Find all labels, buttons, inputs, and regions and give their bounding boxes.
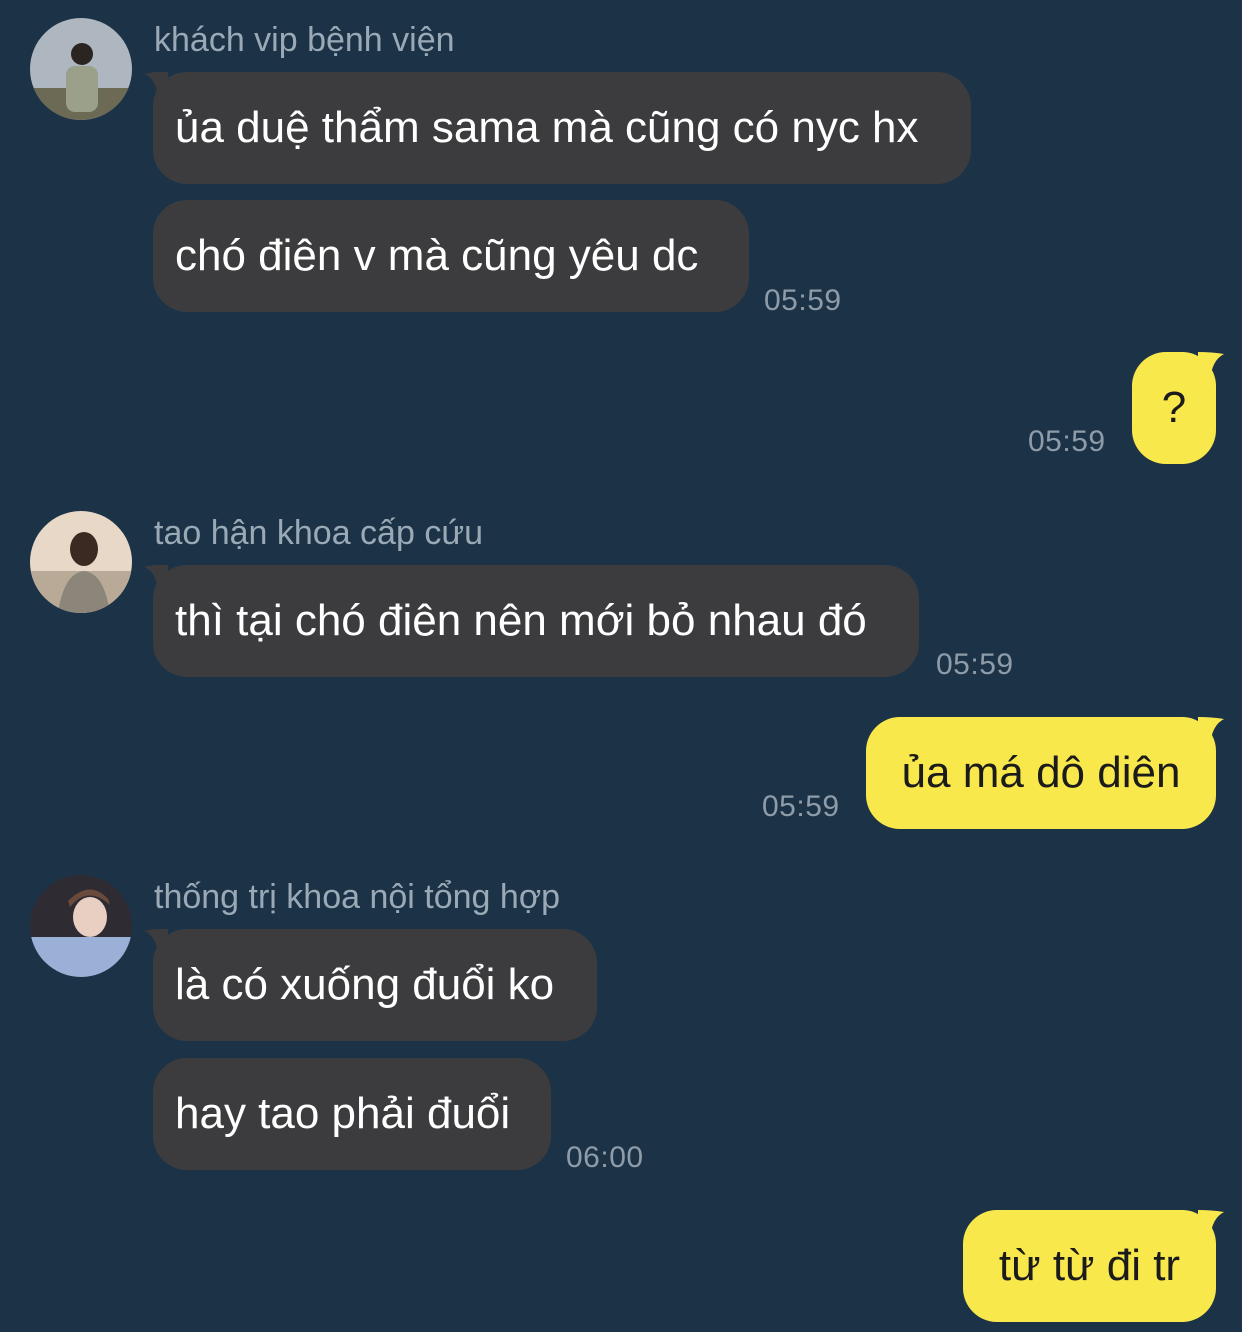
message-bubble[interactable]: ủa duệ thẩm sama mà cũng có nyc hx <box>153 72 971 184</box>
message-text: ủa má dô diên <box>901 748 1181 797</box>
timestamp: 06:00 <box>566 1141 644 1174</box>
message-text: chó điên v mà cũng yêu dc <box>175 231 699 280</box>
message-bubble[interactable]: thì tại chó điên nên mới bỏ nhau đó <box>153 565 919 677</box>
message-text: ủa duệ thẩm sama mà cũng có nyc hx <box>175 103 919 152</box>
timestamp: 05:59 <box>762 790 840 823</box>
message-bubble[interactable]: là có xuống đuổi ko <box>153 929 597 1041</box>
message-text: từ từ đi tr <box>998 1241 1181 1290</box>
avatar[interactable] <box>30 511 132 613</box>
message-bubble[interactable]: hay tao phải đuổi <box>153 1058 551 1170</box>
message-text: là có xuống đuổi ko <box>175 960 555 1009</box>
message-bubble[interactable]: ? <box>1132 352 1216 464</box>
message-text: ? <box>1161 383 1187 432</box>
message-bubble[interactable]: ủa má dô diên <box>866 717 1216 829</box>
timestamp: 05:59 <box>1028 425 1106 458</box>
avatar[interactable] <box>30 875 132 977</box>
sender-name: khách vip bệnh viện <box>154 21 455 59</box>
avatar[interactable] <box>30 18 132 120</box>
message-text: hay tao phải đuổi <box>175 1089 511 1138</box>
timestamp: 05:59 <box>764 284 842 317</box>
message-text: thì tại chó điên nên mới bỏ nhau đó <box>175 596 867 645</box>
message-bubble[interactable]: từ từ đi tr <box>963 1210 1216 1322</box>
sender-name: thống trị khoa nội tổng hợp <box>154 878 561 916</box>
message-bubble[interactable]: chó điên v mà cũng yêu dc <box>153 200 749 312</box>
timestamp: 05:59 <box>936 648 1014 681</box>
sender-name: tao hận khoa cấp cứu <box>154 514 483 552</box>
